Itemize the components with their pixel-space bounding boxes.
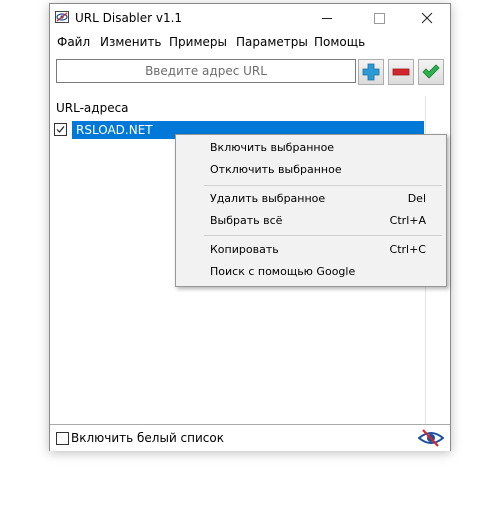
minimize-icon <box>322 18 332 19</box>
close-button[interactable] <box>404 4 450 32</box>
menu-separator <box>204 235 442 236</box>
app-eye-icon <box>55 11 69 23</box>
menu-help[interactable]: Помощь <box>314 35 365 49</box>
list-header: URL-адреса <box>56 101 129 115</box>
checkbox-checked-icon <box>56 126 65 133</box>
menu-examples[interactable]: Примеры <box>169 35 227 49</box>
menu-shortcut: Ctrl+A <box>389 214 426 227</box>
menu-select-all[interactable]: Выбрать всё Ctrl+A <box>210 210 426 232</box>
status-bar: Включить белый список <box>50 424 450 451</box>
menu-settings[interactable]: Параметры <box>236 35 308 49</box>
menu-shortcut: Ctrl+C <box>389 243 426 256</box>
menu-item-label: Поиск с помощью Google <box>210 265 356 278</box>
maximize-icon <box>374 13 385 24</box>
url-enabled-checkbox[interactable] <box>54 123 67 136</box>
menu-copy[interactable]: Копировать Ctrl+C <box>210 239 426 261</box>
menu-enable-selected[interactable]: Включить выбранное <box>210 137 426 159</box>
title-bar[interactable]: URL Disabler v1.1 <box>50 4 450 32</box>
minimize-button[interactable] <box>304 4 350 32</box>
menu-item-label: Отключить выбранное <box>210 163 342 176</box>
whitelist-label[interactable]: Включить белый список <box>71 431 224 445</box>
close-icon <box>421 12 433 24</box>
remove-url-button[interactable] <box>388 59 414 85</box>
menu-file[interactable]: Файл <box>57 35 90 49</box>
apply-button[interactable] <box>418 59 444 85</box>
menu-separator <box>204 185 442 186</box>
menu-item-label: Удалить выбранное <box>210 192 326 205</box>
menu-shortcut: Del <box>407 192 426 205</box>
menu-disable-selected[interactable]: Отключить выбранное <box>210 159 426 181</box>
menu-item-label: Копировать <box>210 243 279 256</box>
context-menu: Включить выбранное Отключить выбранное У… <box>175 134 447 287</box>
menu-bar: Файл Изменить Примеры Параметры Помощь <box>50 32 450 54</box>
menu-item-label: Выбрать всё <box>210 214 283 227</box>
menu-delete-selected[interactable]: Удалить выбранное Del <box>210 188 426 210</box>
menu-google-search[interactable]: Поиск с помощью Google <box>210 261 426 283</box>
menu-item-label: Включить выбранное <box>210 141 335 154</box>
add-url-button[interactable] <box>358 59 384 85</box>
window-title: URL Disabler v1.1 <box>75 11 183 25</box>
maximize-button[interactable] <box>356 4 402 32</box>
minus-icon <box>392 68 410 76</box>
whitelist-checkbox[interactable] <box>56 432 69 445</box>
plus-icon <box>362 63 380 81</box>
eye-disabled-icon[interactable] <box>418 428 444 448</box>
checkmark-icon <box>422 64 440 79</box>
menu-edit[interactable]: Изменить <box>100 35 162 49</box>
url-input[interactable] <box>56 59 356 83</box>
